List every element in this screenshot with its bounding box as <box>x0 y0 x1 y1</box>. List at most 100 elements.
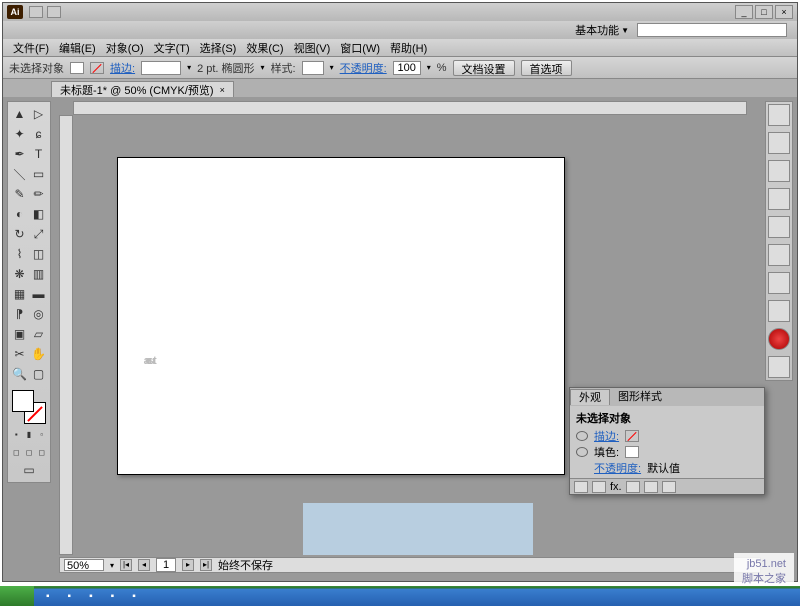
pencil-tool[interactable]: ✏ <box>29 184 48 204</box>
opacity-link[interactable]: 不透明度: <box>340 60 387 76</box>
appearance-stroke-row[interactable]: 描边: <box>572 428 762 444</box>
line-tool[interactable]: ＼ <box>10 164 29 184</box>
appearance-panel-icon[interactable] <box>768 328 790 350</box>
artboard-tool[interactable]: ▢ <box>29 364 48 384</box>
opacity-label[interactable]: 不透明度: <box>594 460 641 476</box>
arrange-icon[interactable] <box>47 6 61 18</box>
crop-tool[interactable]: ▱ <box>29 324 48 344</box>
free-transform-tool[interactable]: ◫ <box>29 244 48 264</box>
swatches-panel-icon[interactable] <box>768 132 790 154</box>
minimize-button[interactable]: _ <box>735 5 753 19</box>
start-button[interactable] <box>0 586 34 606</box>
close-button[interactable]: × <box>775 5 793 19</box>
fill-swatch-large[interactable] <box>12 390 34 412</box>
taskbar-item[interactable]: ▪ <box>126 586 142 606</box>
lasso-tool[interactable]: ɕ <box>29 124 48 144</box>
duplicate-icon[interactable] <box>644 481 658 493</box>
menu-window[interactable]: 窗口(W) <box>336 40 384 56</box>
bridge-icon[interactable] <box>29 6 43 18</box>
maximize-button[interactable]: □ <box>755 5 773 19</box>
menu-select[interactable]: 选择(S) <box>196 40 241 56</box>
magic-wand-tool[interactable]: ✦ <box>10 124 29 144</box>
draw-behind[interactable]: ◻ <box>23 444 36 460</box>
menu-view[interactable]: 视图(V) <box>290 40 335 56</box>
visibility-icon[interactable] <box>576 431 588 441</box>
warp-tool[interactable]: ⌇ <box>10 244 29 264</box>
fx-label[interactable]: fx. <box>610 481 622 493</box>
document-tab[interactable]: 未标题-1* @ 50% (CMYK/预览) × <box>51 81 234 97</box>
menu-file[interactable]: 文件(F) <box>9 40 53 56</box>
symbol-sprayer-tool[interactable]: ❋ <box>10 264 29 284</box>
rectangle-tool[interactable]: ▭ <box>29 164 48 184</box>
stroke-weight[interactable]: 2 pt. 椭圆形 <box>197 60 254 76</box>
workspace-selector[interactable]: 基本功能 ▼ <box>575 22 629 38</box>
menu-edit[interactable]: 编辑(E) <box>55 40 100 56</box>
close-tab-icon[interactable]: × <box>220 85 225 95</box>
color-mode[interactable]: ▪ <box>10 426 23 442</box>
appearance-fill-row[interactable]: 填色: <box>572 444 762 460</box>
graphic-styles-panel-icon[interactable] <box>768 356 790 378</box>
rotate-tool[interactable]: ↻ <box>10 224 29 244</box>
gradient-tool[interactable]: ▬ <box>29 284 48 304</box>
menu-type[interactable]: 文字(T) <box>150 40 194 56</box>
last-artboard-button[interactable]: ▸| <box>200 559 212 571</box>
fill-swatch[interactable] <box>70 62 84 74</box>
brushes-panel-icon[interactable] <box>768 188 790 210</box>
stroke-link[interactable]: 描边: <box>110 60 135 76</box>
blob-brush-tool[interactable]: ◐ <box>10 204 29 224</box>
chevron-down-icon[interactable]: ▾ <box>110 561 114 570</box>
blend-tool[interactable]: ◎ <box>29 304 48 324</box>
graph-tool[interactable]: ▥ <box>29 264 48 284</box>
direct-select-tool[interactable]: ▷ <box>29 104 48 124</box>
type-tool[interactable]: T <box>29 144 48 164</box>
doc-setup-button[interactable]: 文档设置 <box>453 60 515 76</box>
taskbar-item[interactable]: ▪ <box>40 586 56 606</box>
eraser-tool[interactable]: ◧ <box>29 204 48 224</box>
next-artboard-button[interactable]: ▸ <box>182 559 194 571</box>
taskbar-item[interactable]: ▪ <box>62 586 78 606</box>
screen-mode[interactable]: ▭ <box>10 460 48 480</box>
draw-normal[interactable]: ◻ <box>10 444 23 460</box>
clear-icon[interactable] <box>626 481 640 493</box>
taskbar-item[interactable]: ▪ <box>83 586 99 606</box>
stroke-swatch[interactable] <box>90 62 104 74</box>
pen-tool[interactable]: ✒ <box>10 144 29 164</box>
new-stroke-icon[interactable] <box>592 481 606 493</box>
menu-effect[interactable]: 效果(C) <box>242 40 287 56</box>
paintbrush-tool[interactable]: ✎ <box>10 184 29 204</box>
zoom-tool[interactable]: 🔍 <box>10 364 29 384</box>
transparency-panel-icon[interactable] <box>768 272 790 294</box>
gradient-mode[interactable]: ▮ <box>23 426 36 442</box>
fill-value-swatch[interactable] <box>625 446 639 458</box>
search-input[interactable] <box>637 23 787 37</box>
draw-inside[interactable]: ◻ <box>35 444 48 460</box>
hand-tool[interactable]: ✋ <box>29 344 48 364</box>
artboard-number[interactable]: 1 <box>156 558 176 572</box>
opacity-input[interactable]: 100 <box>393 61 421 75</box>
visibility-icon[interactable] <box>576 447 588 457</box>
stroke-label[interactable]: 描边: <box>594 428 619 444</box>
live-paint-tool[interactable]: ▣ <box>10 324 29 344</box>
new-fill-icon[interactable] <box>574 481 588 493</box>
tab-appearance[interactable]: 外观 <box>570 389 610 405</box>
scale-tool[interactable]: ⤢ <box>29 224 48 244</box>
prev-artboard-button[interactable]: ◂ <box>138 559 150 571</box>
preferences-button[interactable]: 首选项 <box>521 60 572 76</box>
delete-icon[interactable] <box>662 481 676 493</box>
none-mode[interactable]: ▫ <box>35 426 48 442</box>
stroke-value-swatch[interactable] <box>625 430 639 442</box>
mesh-tool[interactable]: ▦ <box>10 284 29 304</box>
appearance-opacity-row[interactable]: 不透明度: 默认值 <box>572 460 762 476</box>
first-artboard-button[interactable]: |◂ <box>120 559 132 571</box>
fill-stroke-swatches[interactable] <box>10 388 50 424</box>
stroke-panel-icon[interactable] <box>768 160 790 182</box>
style-drop[interactable] <box>302 61 324 75</box>
menu-help[interactable]: 帮助(H) <box>386 40 431 56</box>
menu-object[interactable]: 对象(O) <box>102 40 148 56</box>
tab-graphic-styles[interactable]: 图形样式 <box>610 389 670 405</box>
taskbar-item[interactable]: ▪ <box>105 586 121 606</box>
selection-tool[interactable]: ▲ <box>10 104 29 124</box>
symbols-panel-icon[interactable] <box>768 216 790 238</box>
gradient-panel-icon[interactable] <box>768 244 790 266</box>
stroke-color-drop[interactable] <box>141 61 181 75</box>
